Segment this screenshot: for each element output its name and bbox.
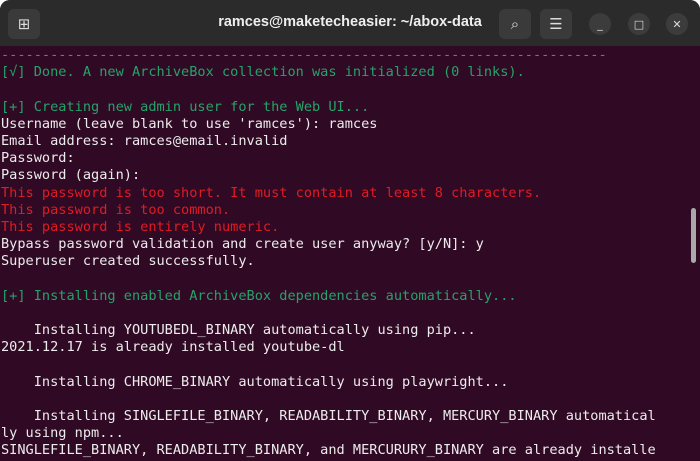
scrollbar[interactable]	[691, 208, 696, 263]
terminal-line: Password:	[1, 150, 75, 167]
terminal-line: Superuser created successfully.	[1, 253, 255, 270]
search-button[interactable]: ⌕	[499, 9, 531, 39]
maximize-button[interactable]: □	[628, 13, 650, 35]
close-button[interactable]: ✕	[666, 13, 688, 35]
terminal-line: ----------------------------------------…	[1, 47, 607, 63]
menu-button[interactable]: ☰	[540, 9, 572, 39]
terminal-line: Installing SINGLEFILE_BINARY, READABILIT…	[1, 407, 656, 424]
header-bar: ⊞ ramces@maketecheasier: ~/abox-data ⌕ ☰…	[0, 0, 700, 46]
terminal-line: ly using npm...	[1, 425, 124, 442]
terminal-line: SINGLEFILE_BINARY, READABILITY_BINARY, a…	[1, 442, 656, 459]
terminal-line: Email address: ramces@email.invalid	[1, 132, 288, 149]
minimize-icon: _	[597, 17, 603, 31]
minimize-button[interactable]: _	[589, 13, 611, 35]
terminal-line: This password is entirely numeric.	[1, 218, 280, 235]
terminal-output[interactable]: ----------------------------------------…	[1, 47, 691, 460]
new-tab-button[interactable]: ⊞	[8, 9, 40, 39]
terminal-line: Bypass password validation and create us…	[1, 236, 484, 253]
terminal-line: Installing CHROME_BINARY automatically u…	[1, 373, 509, 390]
terminal-line: This password is too common.	[1, 201, 231, 218]
maximize-icon: □	[633, 17, 645, 31]
search-icon: ⌕	[510, 15, 520, 33]
terminal-line: Password (again):	[1, 167, 141, 184]
close-icon: ✕	[672, 17, 682, 31]
terminal-line: 2021.12.17 is already installed youtube-…	[1, 339, 345, 356]
terminal-window: ⊞ ramces@maketecheasier: ~/abox-data ⌕ ☰…	[0, 0, 700, 461]
terminal-line: Username (leave blank to use 'ramces'): …	[1, 115, 378, 132]
terminal-line: [+] Creating new admin user for the Web …	[1, 98, 370, 115]
window-title: ramces@maketecheasier: ~/abox-data	[218, 14, 482, 30]
terminal-line: Installing YOUTUBEDL_BINARY automaticall…	[1, 322, 476, 338]
new-tab-icon: ⊞	[17, 15, 31, 33]
terminal-line: [+] Installing enabled ArchiveBox depend…	[1, 287, 517, 304]
hamburger-menu-icon: ☰	[549, 15, 563, 33]
terminal-line: [√] Done. A new ArchiveBox collection wa…	[1, 64, 525, 81]
terminal-line: This password is too short. It must cont…	[1, 184, 542, 201]
